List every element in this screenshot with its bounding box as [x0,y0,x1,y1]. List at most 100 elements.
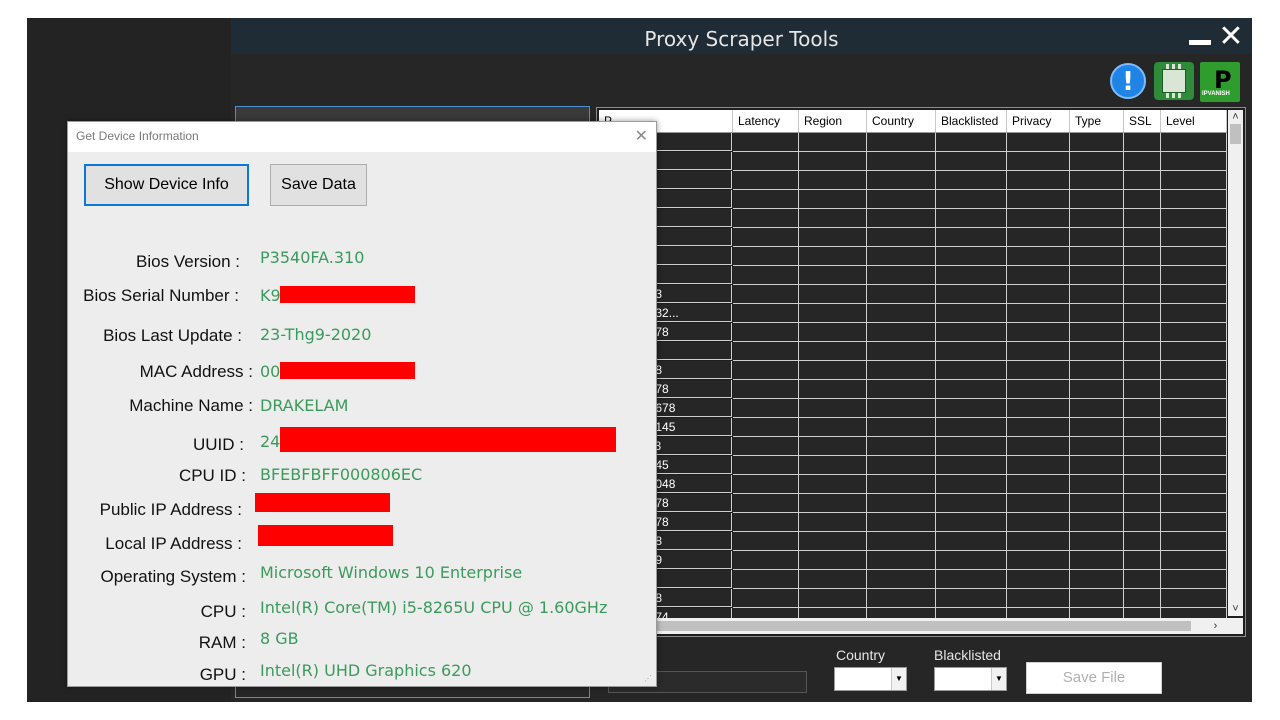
table-cell[interactable] [733,570,799,589]
table-cell[interactable] [799,285,867,304]
table-cell[interactable] [1124,418,1161,437]
table-row[interactable]: 3.67:5678 [599,209,1227,228]
table-cell[interactable] [1124,323,1161,342]
table-cell[interactable] [733,190,799,209]
dialog-close-icon[interactable]: ✕ [635,126,648,146]
table-cell[interactable] [799,133,867,152]
table-cell[interactable] [1007,285,1070,304]
col-header-level[interactable]: Level [1161,110,1227,132]
table-cell[interactable] [1124,266,1161,285]
table-cell[interactable] [1124,494,1161,513]
table-cell[interactable] [1124,551,1161,570]
table-cell[interactable] [1070,171,1124,190]
table-cell[interactable] [1070,551,1124,570]
table-cell[interactable] [1124,152,1161,171]
table-cell[interactable] [1007,304,1070,323]
table-cell[interactable] [1007,494,1070,513]
table-cell[interactable] [1007,589,1070,608]
table-cell[interactable] [1070,190,1124,209]
table-cell[interactable] [1161,475,1227,494]
table-cell[interactable] [733,228,799,247]
table-cell[interactable] [936,152,1007,171]
table-cell[interactable] [799,171,867,190]
table-cell[interactable] [936,380,1007,399]
table-cell[interactable] [1161,361,1227,380]
table-row[interactable]: 10.177:5678 [599,513,1227,532]
table-row[interactable]: 5.113:4153 [599,437,1227,456]
table-cell[interactable] [867,361,936,380]
minimize-button[interactable] [1189,40,1211,45]
table-cell[interactable] [1007,399,1070,418]
table-cell[interactable] [1070,494,1124,513]
table-cell[interactable] [1070,152,1124,171]
table-cell[interactable] [1070,323,1124,342]
table-cell[interactable] [1070,456,1124,475]
table-cell[interactable] [1070,399,1124,418]
table-cell[interactable] [867,494,936,513]
col-header-privacy[interactable]: Privacy [1007,110,1070,132]
table-cell[interactable] [799,399,867,418]
table-cell[interactable] [1161,323,1227,342]
table-cell[interactable] [733,304,799,323]
table-cell[interactable] [1007,456,1070,475]
table-row[interactable]: 58:5678 [599,342,1227,361]
table-cell[interactable] [1070,285,1124,304]
table-cell[interactable] [867,513,936,532]
table-cell[interactable] [1124,380,1161,399]
table-cell[interactable] [867,304,936,323]
table-cell[interactable] [799,190,867,209]
table-row[interactable]: 7.5:52210 [599,190,1227,209]
table-cell[interactable] [936,323,1007,342]
col-header-ssl[interactable]: SSL [1124,110,1161,132]
table-cell[interactable] [1007,532,1070,551]
table-cell[interactable] [799,228,867,247]
table-cell[interactable] [867,152,936,171]
ipvanish-icon[interactable]: P IPVANISH [1200,62,1240,102]
show-device-info-button[interactable]: Show Device Info [84,164,249,206]
table-cell[interactable] [936,437,1007,456]
table-cell[interactable] [1161,551,1227,570]
table-cell[interactable] [1007,551,1070,570]
table-cell[interactable] [799,342,867,361]
table-cell[interactable] [1161,342,1227,361]
table-cell[interactable] [1007,475,1070,494]
table-cell[interactable] [936,456,1007,475]
table-row[interactable]: 135.132:332... [599,304,1227,323]
table-cell[interactable] [936,285,1007,304]
table-cell[interactable] [799,209,867,228]
table-cell[interactable] [1124,171,1161,190]
table-cell[interactable] [1161,190,1227,209]
table-cell[interactable] [733,380,799,399]
table-cell[interactable] [1070,380,1124,399]
table-row[interactable]: 18.25:5678 [599,589,1227,608]
table-cell[interactable] [733,437,799,456]
table-cell[interactable] [867,285,936,304]
vertical-scrollbar[interactable]: ˄ ˅ [1228,110,1243,616]
col-header-region[interactable]: Region [799,110,867,132]
horizontal-scrollbar[interactable]: › [599,618,1243,634]
table-cell[interactable] [1007,570,1070,589]
blacklisted-select[interactable]: ▼ [934,667,1007,691]
table-cell[interactable] [867,475,936,494]
table-cell[interactable] [733,513,799,532]
table-row[interactable]: 50.22:3629 [599,551,1227,570]
country-select[interactable]: ▼ [834,667,907,691]
table-cell[interactable] [1070,570,1124,589]
table-cell[interactable] [733,133,799,152]
table-cell[interactable] [1070,304,1124,323]
proxy-grid[interactable]: P Latency Region Country Blacklisted Pri… [596,107,1246,637]
table-cell[interactable] [1007,418,1070,437]
table-row[interactable]: 34.218:5678 [599,323,1227,342]
table-cell[interactable] [1124,228,1161,247]
table-cell[interactable] [1161,380,1227,399]
table-cell[interactable] [936,551,1007,570]
table-cell[interactable] [1124,133,1161,152]
table-cell[interactable] [799,475,867,494]
table-cell[interactable] [1070,247,1124,266]
table-cell[interactable] [799,494,867,513]
table-cell[interactable] [1070,133,1124,152]
table-cell[interactable] [1161,437,1227,456]
table-cell[interactable] [867,418,936,437]
table-cell[interactable] [1161,399,1227,418]
table-row[interactable]: 219:4145 [599,570,1227,589]
